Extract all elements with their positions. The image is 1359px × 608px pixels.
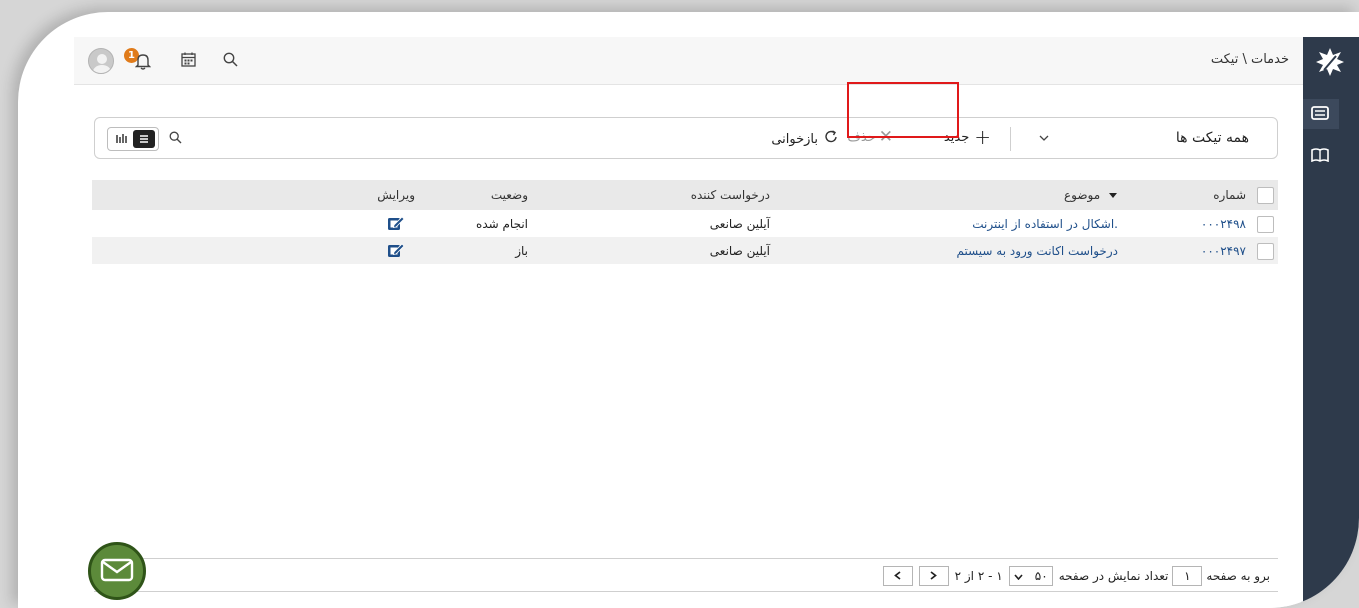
ticket-subject[interactable]: .اشکال در استفاده از اینترنت [972,217,1118,231]
chevron-right-icon [930,569,937,583]
view-toggle[interactable] [107,127,159,151]
breadcrumb: خدمات \ تیکت [1210,52,1289,67]
pagination-controls: برو به صفحه ۱ تعداد نمایش در صفحه ۵۰ ۱ -… [880,566,1270,586]
new-button-highlight [847,82,959,138]
ticket-requester: آیلین صانعی [709,217,770,231]
rail-tickets-button[interactable] [1301,99,1339,129]
top-icons: 1 [88,47,240,75]
page-number-input[interactable]: ۱ [1172,566,1203,586]
table-row[interactable]: ۰۰۰۲۴۹۸ .اشکال در استفاده از اینترنت آیل… [92,210,1278,237]
chevron-down-icon[interactable] [1039,131,1049,145]
grid-search-icon[interactable] [169,131,182,147]
list-view-icon[interactable] [133,130,155,148]
per-page-value: ۵۰ [1034,569,1048,583]
column-header-subject-label: موضوع [1063,188,1101,202]
select-all-checkbox[interactable] [1257,187,1274,204]
toolbar-divider [1010,127,1011,151]
column-header-requester[interactable]: درخواست کننده [691,188,770,202]
ticket-requester: آیلین صانعی [709,244,770,258]
goto-page-label: برو به صفحه [1206,569,1270,583]
plus-icon: + [974,125,991,149]
sort-chevron-icon [1108,188,1118,202]
column-header-status[interactable]: وضعیت [491,188,528,202]
calendar-button[interactable] [178,51,198,71]
book-icon [1311,147,1329,165]
ticket-toolbar: همه تیکت ها + جدید ✕ حذف بازخوانی [94,117,1278,159]
edit-icon[interactable] [387,242,405,261]
pagination-bar: برو به صفحه ۱ تعداد نمایش در صفحه ۵۰ ۱ -… [94,558,1278,592]
column-header-edit: ویرایش [377,188,415,202]
per-page-label: تعداد نمایش در صفحه [1058,569,1169,583]
chevron-left-icon [894,569,901,583]
envelope-icon [100,558,134,585]
notifications-button[interactable]: 1 [122,48,156,74]
column-header-subject[interactable]: موضوع [1064,188,1118,202]
per-page-select[interactable]: ۵۰ [1008,566,1053,586]
rail-knowledge-button[interactable] [1301,141,1339,171]
app-main: خدمات \ تیکت 1 همه تیکت ها + جدید ✕ حذف … [74,37,1303,608]
bell-icon [134,52,152,73]
ticket-filter-select[interactable]: همه تیکت ها [1176,130,1249,146]
refresh-label: بازخوانی [771,131,818,147]
side-rail [1301,37,1359,608]
refresh-icon [818,129,839,149]
ticket-subject[interactable]: درخواست اکانت ورود به سیستم [956,244,1118,258]
ticket-grid: شماره موضوع درخواست کننده وضعیت ویرایش ۰… [92,180,1278,264]
top-bar: خدمات \ تیکت 1 [74,37,1303,85]
refresh-button[interactable]: بازخوانی [771,129,839,149]
view-controls [107,127,182,151]
row-checkbox[interactable] [1257,216,1274,233]
app-logo [1313,45,1347,79]
next-page-button[interactable] [918,566,949,586]
mail-button[interactable] [88,542,146,600]
edit-icon[interactable] [387,215,405,234]
page-range: ۱ - ۲ از ۲ [954,569,1003,583]
global-search-button[interactable] [220,51,240,71]
table-row[interactable]: ۰۰۰۲۴۹۷ درخواست اکانت ورود به سیستم آیلی… [92,237,1278,264]
ticket-number[interactable]: ۰۰۰۲۴۹۸ [1201,217,1246,231]
search-icon [223,52,238,70]
ticket-status: باز [515,244,528,258]
calendar-icon [180,52,196,70]
prev-page-button[interactable] [882,566,913,586]
grid-header: شماره موضوع درخواست کننده وضعیت ویرایش [92,180,1278,210]
ticket-status: انجام شده [476,217,528,231]
column-view-icon[interactable] [111,130,133,148]
ticket-icon [1311,105,1329,123]
column-header-number[interactable]: شماره [1213,188,1246,202]
chevron-down-icon [1014,569,1023,583]
ticket-number[interactable]: ۰۰۰۲۴۹۷ [1201,244,1246,258]
row-checkbox[interactable] [1257,243,1274,260]
window-frame: خدمات \ تیکت 1 همه تیکت ها + جدید ✕ حذف … [18,12,1359,608]
avatar[interactable] [88,48,114,74]
